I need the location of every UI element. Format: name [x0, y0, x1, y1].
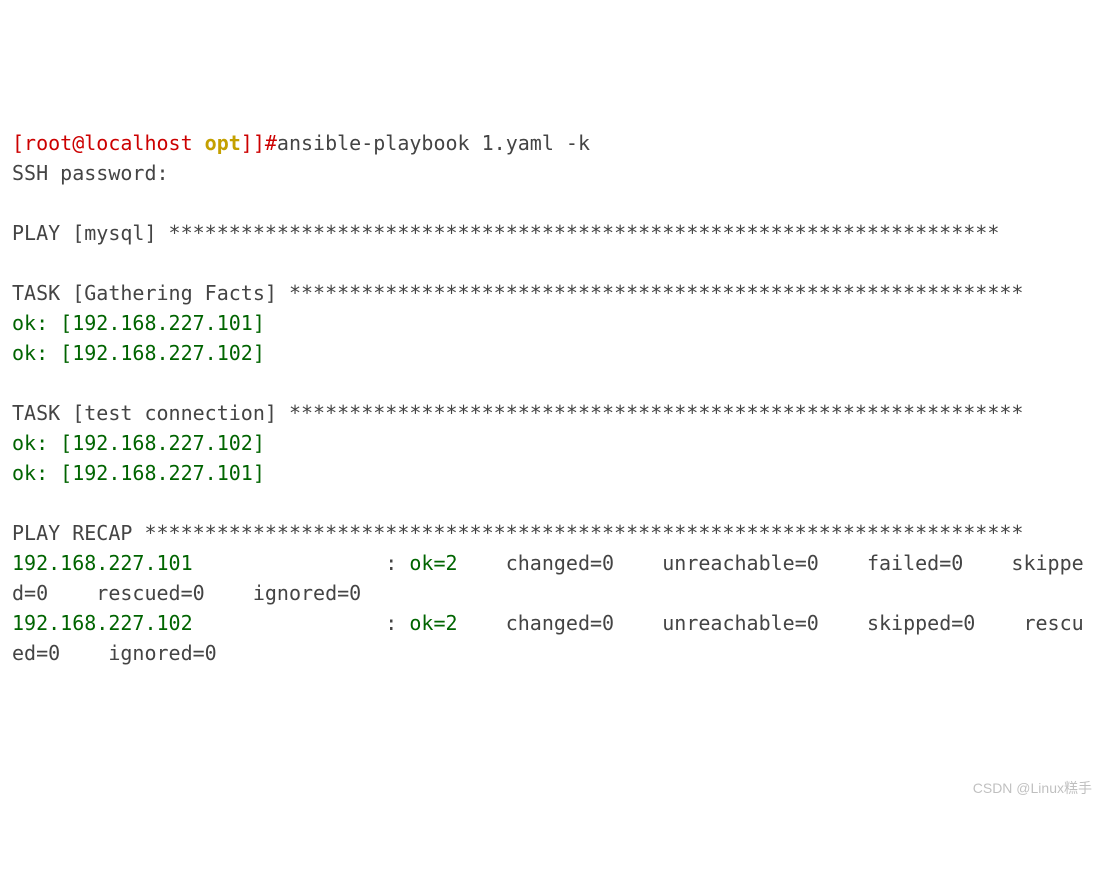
ssh-password-label: SSH password:	[12, 161, 169, 185]
recap-host-2: 192.168.227.102	[12, 611, 193, 635]
recap-row-1: 192.168.227.101 : ok=2 changed=0 unreach…	[12, 551, 1084, 605]
watermark: CSDN @Linux糕手	[973, 778, 1092, 799]
task-test-header: TASK [test connection] *****************…	[12, 401, 1023, 425]
play-header: PLAY [mysql] ***************************…	[12, 221, 999, 245]
prompt-close: ]]#	[241, 131, 277, 155]
command-text: ansible-playbook 1.yaml -k	[277, 131, 590, 155]
prompt-cwd: opt	[205, 131, 241, 155]
task-gather-ok-2: ok: [192.168.227.102]	[12, 341, 265, 365]
task-test-ok-2: ok: [192.168.227.101]	[12, 461, 265, 485]
recap-row-2: 192.168.227.102 : ok=2 changed=0 unreach…	[12, 611, 1084, 665]
task-gather-header: TASK [Gathering Facts] *****************…	[12, 281, 1023, 305]
recap-header: PLAY RECAP *****************************…	[12, 521, 1023, 545]
recap-ok-2: ok=2	[409, 611, 457, 635]
terminal-output: [root@localhost opt]]#ansible-playbook 1…	[12, 128, 1092, 668]
prompt-userhost: root@localhost	[24, 131, 193, 155]
task-gather-ok-1: ok: [192.168.227.101]	[12, 311, 265, 335]
prompt-open: [	[12, 131, 24, 155]
recap-ok-1: ok=2	[409, 551, 457, 575]
task-test-ok-1: ok: [192.168.227.102]	[12, 431, 265, 455]
prompt-sep	[193, 131, 205, 155]
recap-host-1: 192.168.227.101	[12, 551, 193, 575]
